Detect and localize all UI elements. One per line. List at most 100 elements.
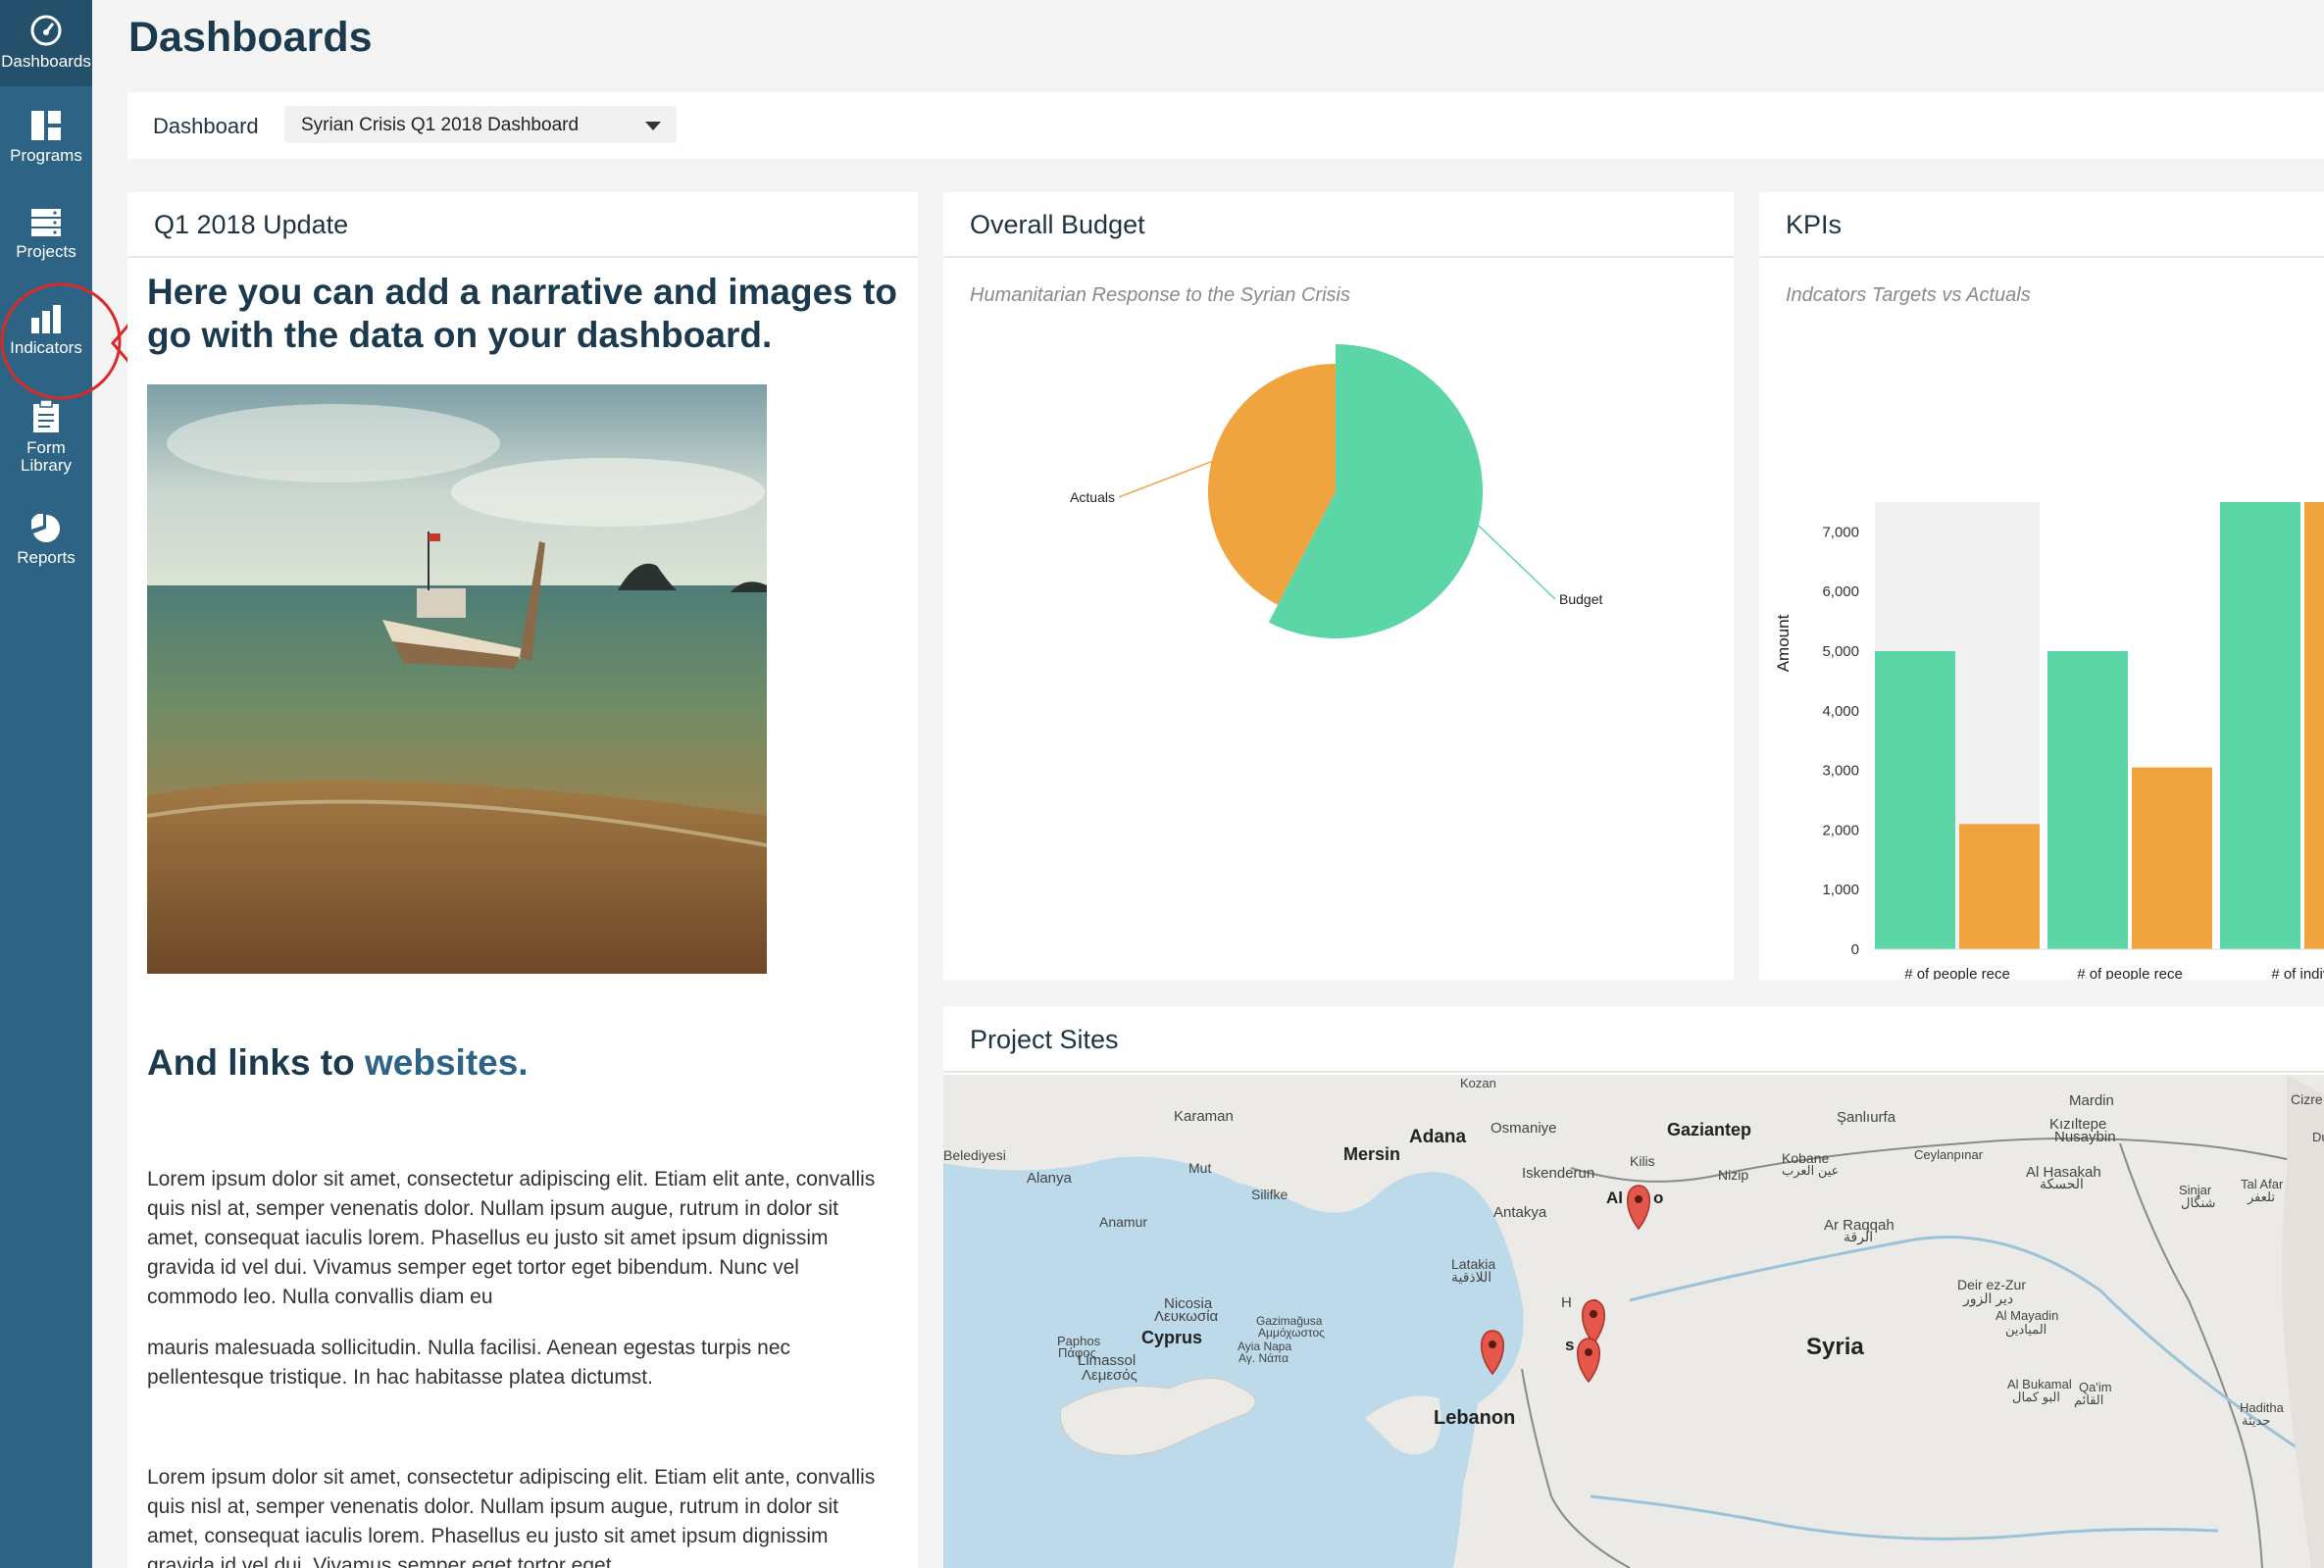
pie-leader-line — [1478, 525, 1556, 600]
map-label: عين العرب — [1782, 1163, 1839, 1179]
nav-reports[interactable]: Reports — [0, 514, 92, 567]
map-label: Nizip — [1718, 1167, 1748, 1183]
kpi-bar[interactable] — [2304, 502, 2324, 949]
pie-chart-icon — [31, 514, 61, 542]
nav-indicators[interactable]: Indicators — [0, 304, 92, 357]
map-label: Al Mayadin — [1996, 1308, 2058, 1323]
y-tick-label: 4,000 — [1822, 703, 1859, 720]
nav-label: Dashboards — [1, 52, 91, 71]
speedometer-icon — [30, 15, 62, 46]
map-label: Λεμεσός — [1082, 1367, 1137, 1384]
map-label: الحسكة — [2040, 1176, 2084, 1191]
card-title: Project Sites — [970, 1025, 1119, 1054]
map-label: Nusaybin — [2054, 1129, 2116, 1145]
kpi-bar[interactable] — [2047, 651, 2128, 949]
x-tick-label: # of people rece — [2077, 966, 2183, 980]
nav-label: Reports — [17, 548, 76, 567]
y-tick-label: 1,000 — [1822, 882, 1859, 898]
map-label: Λευκωσία — [1154, 1308, 1219, 1325]
chevron-down-icon — [645, 122, 661, 130]
map-label: Alanya — [1027, 1170, 1073, 1187]
sidebar: Dashboards Programs Projects Indicators — [0, 0, 92, 1568]
y-tick-label: 7,000 — [1822, 524, 1859, 540]
card-header: Q1 2018 Update — [127, 192, 918, 258]
kpi-bar-chart: 0 1,000 2,000 3,000 4,000 5,000 6,000 7,000 Amou… — [1774, 502, 2324, 980]
card-title: Q1 2018 Update — [154, 210, 349, 239]
y-axis-label: Amount — [1774, 614, 1793, 672]
map-label: Kilis — [1630, 1153, 1655, 1169]
map-label: Silifke — [1251, 1187, 1288, 1202]
map-label: Αμμόχωστος — [1258, 1326, 1325, 1340]
y-tick-label: 5,000 — [1822, 643, 1859, 660]
map-label: شنگال — [2181, 1195, 2215, 1210]
dashboard-select-value: Syrian Crisis Q1 2018 Dashboard — [301, 115, 580, 135]
x-tick-label: # of indivi — [2271, 966, 2324, 980]
nav-dashboards[interactable]: Dashboards — [0, 0, 92, 86]
y-tick-label: 6,000 — [1822, 583, 1859, 600]
paragraph: Lorem ipsum dolor sit amet, consectetur … — [147, 1168, 876, 1308]
map-label: اللاذقية — [1451, 1269, 1491, 1285]
map-label: Cizre — [2291, 1091, 2323, 1107]
y-tick-label: 3,000 — [1822, 763, 1859, 780]
kpi-bar[interactable] — [2132, 767, 2212, 949]
nav-label-line1: Form — [26, 438, 66, 457]
dashboard-select[interactable]: Syrian Crisis Q1 2018 Dashboard — [284, 106, 677, 143]
links-heading: And links to websites. — [147, 1042, 529, 1084]
pie-leader-line — [1118, 460, 1212, 498]
grid-icon — [31, 111, 61, 140]
map-card: Project Sites Karaman Adana Osmaniye Gazian… — [943, 1007, 2324, 1568]
map-label: الرقة — [1844, 1229, 1873, 1245]
map-label: Osmaniye — [1490, 1120, 1557, 1137]
nav-programs[interactable]: Programs — [0, 110, 92, 165]
map-label: Du — [2312, 1130, 2324, 1144]
paragraph: Lorem ipsum dolor sit amet, consectetur … — [147, 1466, 876, 1568]
links-heading-text: And links to — [147, 1042, 365, 1083]
nav-label: Indicators — [10, 338, 82, 357]
bar-chart-icon — [31, 305, 61, 333]
pie-label: Actuals — [1070, 489, 1115, 505]
map-label: Cyprus — [1141, 1328, 1202, 1347]
card-header: Overall Budget — [943, 192, 1734, 258]
server-icon — [31, 209, 61, 236]
dashboard-filter-bar: Dashboard Syrian Crisis Q1 2018 Dashboar… — [127, 92, 2324, 159]
map-label: Αγ. Νάπα — [1238, 1351, 1288, 1365]
map-label: Şanlıurfa — [1837, 1109, 1896, 1126]
map-label: دير الزور — [1962, 1290, 2013, 1307]
beach-photo — [147, 384, 767, 974]
websites-link[interactable]: websites. — [365, 1042, 529, 1083]
pie-label: Budget — [1559, 591, 1602, 607]
nav-form-library[interactable]: Form Library — [0, 400, 92, 475]
map-label: Kozan — [1460, 1076, 1496, 1090]
update-card: Q1 2018 Update Here you can add a narrat… — [127, 192, 918, 1568]
map-label: Ceylanpınar — [1914, 1147, 1984, 1162]
nav-label-line2: Library — [21, 456, 72, 475]
kpi-card: KPIs Indcators Targets vs Actuals 0 1,000… — [1759, 192, 2324, 980]
nav-projects[interactable]: Projects — [0, 208, 92, 261]
map-label: Antakya — [1493, 1204, 1547, 1221]
map-label: o — [1653, 1189, 1663, 1207]
map-label: حديثة — [2242, 1413, 2270, 1428]
map-label: Karaman — [1174, 1108, 1234, 1125]
kpi-bar[interactable] — [1875, 651, 1955, 949]
project-sites-map[interactable]: Karaman Adana Osmaniye Gaziantep Şanlıurfa Ma… — [943, 1075, 2324, 1568]
nav-label: Projects — [16, 242, 76, 261]
y-tick-label: 2,000 — [1822, 822, 1859, 838]
page-title: Dashboards — [128, 14, 373, 61]
map-label: Al — [1606, 1189, 1623, 1207]
y-tick-label: 0 — [1851, 941, 1859, 958]
budget-card: Overall Budget Humanitarian Response to … — [943, 192, 1734, 980]
budget-pie-chart: Budget Actuals — [1070, 344, 1602, 638]
kpi-bar[interactable] — [2220, 502, 2300, 949]
map-label: القائم — [2074, 1392, 2103, 1408]
kpi-bar[interactable] — [1959, 824, 2040, 949]
map-label: Mut — [1188, 1160, 1211, 1176]
map-label: تلعفر — [2247, 1189, 2275, 1205]
map-label: البو كمال — [2012, 1390, 2060, 1405]
clipboard-icon — [33, 400, 59, 432]
nav-label: Programs — [10, 146, 82, 165]
map-label: Mardin — [2069, 1092, 2114, 1109]
x-tick-label: # of people rece — [1904, 966, 2010, 980]
map-label: الميادين — [2005, 1322, 2046, 1338]
map-label: Mersin — [1343, 1144, 1400, 1164]
map-label: s — [1565, 1336, 1574, 1354]
